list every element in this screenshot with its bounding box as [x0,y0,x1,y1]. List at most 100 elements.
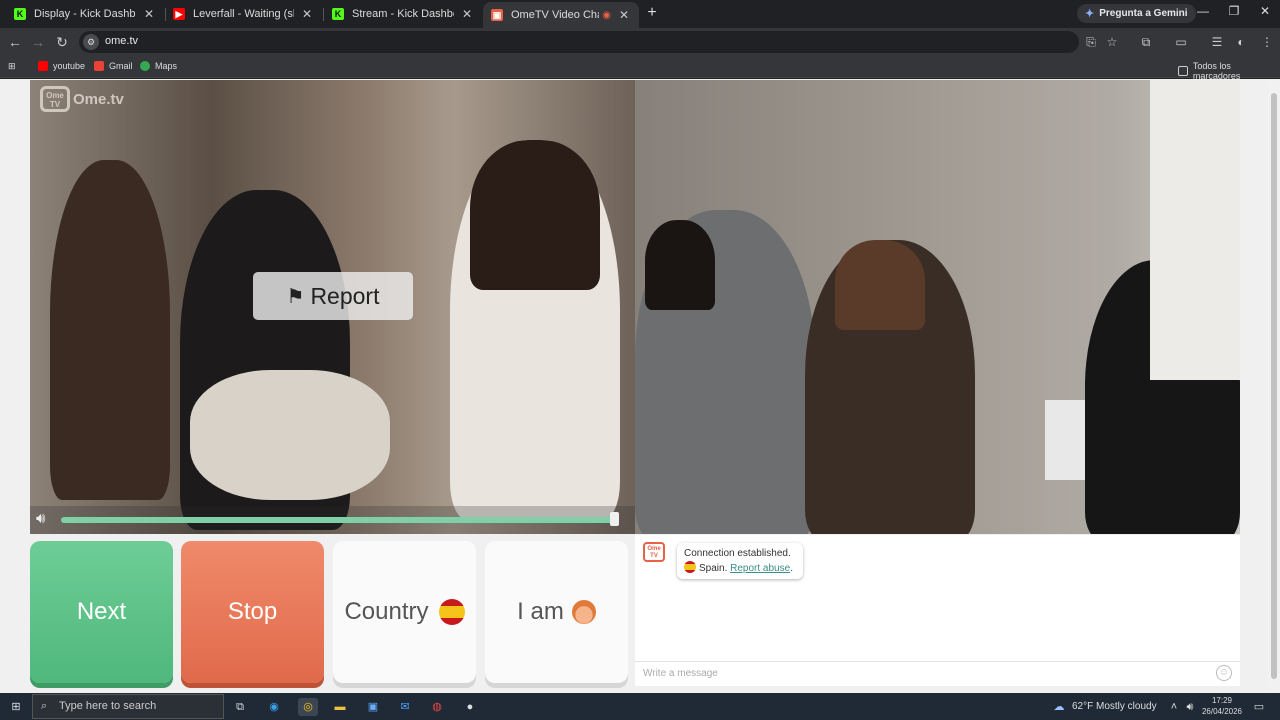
folder-icon [1178,66,1188,76]
tab-title: OmeTV Video Chat — Ome [511,9,599,21]
gmail-icon [94,61,104,71]
country-label: Country [344,598,429,625]
media-controls-icon[interactable]: ☰ [1209,34,1225,50]
i-am-label: I am [517,598,564,625]
apps-grid-icon[interactable]: ⊞ [8,61,16,72]
tab-ometv[interactable]: ▣ OmeTV Video Chat — Ome ◉ ✕ [483,2,639,28]
profile-avatar[interactable]: ◐ [1233,34,1249,50]
person-silhouette [470,140,600,290]
windows-taskbar: ⊞ ⌕ Type here to search ⧉ ◉ ◎ ▬ ▣ ✉ ◍ ● … [0,693,1280,720]
report-button[interactable]: ⚑ Report [253,272,413,320]
volume-bar: 🔊︎ [30,506,635,534]
stop-button[interactable]: Stop [181,541,324,683]
mail-icon[interactable]: ✉ [396,698,414,716]
windows-start-icon[interactable]: ⊞ [8,698,24,716]
tab-title: Display - Kick Dashboard [34,8,136,20]
search-placeholder: Type here to search [59,700,157,712]
tab-display-kick[interactable]: K Display - Kick Dashboard ✕ [6,2,164,26]
url-text: ome.tv [105,35,139,47]
date-text: 26/04/2026 [1201,707,1243,716]
tab-strip: K Display - Kick Dashboard ✕ ▶ Leverfall… [0,0,1280,28]
restore-icon[interactable]: ❐ [1224,4,1244,18]
close-icon[interactable]: ✕ [617,8,631,22]
site-info-icon[interactable]: ⚙ [83,34,99,50]
time-text: 17:29 [1211,696,1233,705]
i-am-button[interactable]: I am [485,541,628,683]
tab-title: Stream - Kick Dashboard [352,8,454,20]
message-bar: Write a message ☺ [635,661,1240,686]
extensions-icon[interactable]: ⧉ [1138,34,1154,50]
close-icon[interactable]: ✕ [300,7,314,21]
weather-text[interactable]: 62°F Mostly cloudy [1072,698,1160,716]
obs-icon[interactable]: ● [461,698,479,716]
punctuation: . [790,563,793,574]
scrollbar-thumb[interactable] [1271,93,1277,679]
menu-icon[interactable]: ⋮ [1259,34,1275,50]
ometv-chat-icon: Ome TV [643,542,665,562]
volume-knob[interactable] [610,512,620,526]
new-tab-button[interactable]: + [644,4,660,22]
ometv-icon: ▣ [491,9,503,21]
person-silhouette [50,160,170,500]
gemini-button[interactable]: ✦ Pregunta a Gemini [1077,4,1196,23]
ometv-logo: Ome TV Ome.tv [40,86,124,112]
bookmark-label: youtube [53,61,86,71]
next-label: Next [76,598,127,625]
minimize-icon[interactable]: — [1193,4,1213,18]
speaker-icon[interactable]: 🔊︎ [36,510,45,527]
gemini-label: Pregunta a Gemini [1099,8,1188,19]
emoji-icon[interactable]: ☺ [1216,665,1232,681]
kick-icon: K [332,8,344,20]
recording-icon: ◉ [602,9,611,21]
cast-icon[interactable]: ▭ [1173,34,1189,50]
tab-stream-kick[interactable]: K Stream - Kick Dashboard ✕ [324,2,482,26]
person-silhouette [645,220,715,310]
back-icon[interactable]: ← [6,33,24,51]
self-video [635,80,1240,534]
page-scrollbar[interactable] [1268,79,1280,693]
store-icon[interactable]: ▣ [364,698,382,716]
report-abuse-link[interactable]: Report abuse [730,563,790,574]
address-bar[interactable]: ⚙ ome.tv [79,31,1079,53]
bookmark-maps[interactable]: Maps [140,61,177,71]
chrome-icon[interactable]: ◎ [298,698,318,716]
all-bookmarks[interactable]: Todos los marcadores [1178,61,1280,81]
notifications-icon[interactable]: ▭ [1252,698,1266,716]
message-input[interactable]: Write a message [643,668,718,679]
bookmark-gmail[interactable]: Gmail [94,61,133,71]
next-button[interactable]: Next [30,541,173,683]
tab-youtube[interactable]: ▶ Leverfall - Waiting (slowed) - Yo ✕ [165,2,322,26]
task-view-icon[interactable]: ⧉ [232,698,248,716]
search-icon: ⌕ [41,700,48,712]
boy-icon [571,600,596,624]
volume-slider[interactable] [61,517,616,523]
stop-label: Stop [227,598,278,625]
bookmarks-bar: ⊞ youtube Gmail Maps Todos los marcadore… [0,56,1280,81]
blanket [190,370,390,500]
ometv-page: Ome TV Ome.tv ⚑ Report 🔊︎ Next Stop Coun… [0,79,1268,693]
flag-icon: ⚑ [286,285,305,308]
door [1150,80,1240,380]
bookmark-youtube[interactable]: youtube [38,61,85,71]
forward-icon[interactable]: → [29,33,47,51]
country-button[interactable]: Country [333,541,476,683]
clock[interactable]: 17:29 26/04/2026 [1200,695,1244,716]
spain-flag-icon [438,599,465,625]
chevron-up-icon[interactable]: ˄ [1168,698,1180,716]
edge-icon[interactable]: ◉ [265,698,283,716]
volume-icon[interactable]: 🔊︎ [1183,698,1197,716]
remote-video[interactable]: Ome TV Ome.tv ⚑ Report 🔊︎ [30,80,635,534]
close-icon[interactable]: ✕ [460,7,474,21]
close-icon[interactable]: ✕ [142,7,156,21]
connection-text: Connection established. [684,548,791,559]
install-app-icon[interactable]: ⎘ [1083,34,1099,50]
youtube-icon [38,61,48,71]
bookmark-star-icon[interactable]: ☆ [1104,34,1120,50]
file-explorer-icon[interactable]: ▬ [331,698,349,716]
weather-icon: ☁ [1053,701,1065,713]
taskbar-search[interactable]: ⌕ Type here to search [32,694,224,719]
recorder-icon[interactable]: ◍ [428,698,446,716]
tab-title: Leverfall - Waiting (slowed) - Yo [193,8,294,20]
reload-icon[interactable]: ↻ [53,33,71,51]
close-window-icon[interactable]: ✕ [1255,4,1275,18]
